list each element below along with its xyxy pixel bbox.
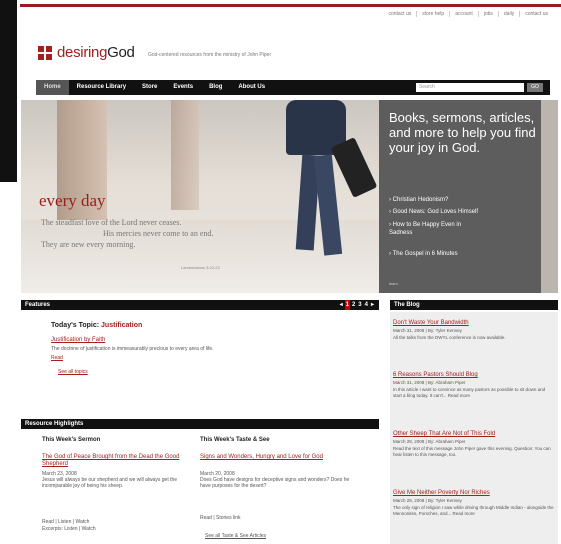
util-link[interactable]: daily bbox=[497, 11, 519, 17]
blog-meta: March 28, 2008 | By: Abraham Piper bbox=[393, 439, 466, 444]
hero-panel-more[interactable]: learn bbox=[389, 281, 398, 286]
feature-read-link[interactable]: Read bbox=[51, 355, 63, 361]
sermon-heading: This Week's Sermon bbox=[42, 437, 101, 443]
see-all-taste-link[interactable]: See all Taste & See Articles bbox=[205, 533, 266, 539]
nav-events[interactable]: Events bbox=[165, 80, 201, 95]
nav-about-us[interactable]: About Us bbox=[230, 80, 273, 95]
resources-header: Resource Highlights bbox=[21, 419, 379, 429]
search-button[interactable]: GO bbox=[527, 83, 543, 92]
hero-panel-link[interactable]: Good News: God Loves Himself bbox=[389, 208, 478, 216]
blog-title-link[interactable]: Give Me Neither Poverty Nor Riches bbox=[393, 490, 555, 497]
logo-text: desiringGod bbox=[57, 44, 135, 61]
hero-reference: Lamentations 3:22-23 bbox=[181, 265, 220, 270]
nav-store[interactable]: Store bbox=[134, 80, 165, 95]
blog-header: The Blog bbox=[390, 300, 558, 310]
blog-title-link[interactable]: 6 Reasons Pastors Should Blog bbox=[393, 372, 555, 379]
blog-item: 6 Reasons Pastors Should Blog March 31, … bbox=[393, 372, 555, 399]
blog-panel: Don't Waste Your Bandwidth March 31, 200… bbox=[390, 312, 558, 544]
pager-page[interactable]: 3 bbox=[357, 300, 362, 310]
blog-item: Don't Waste Your Bandwidth March 31, 200… bbox=[393, 320, 555, 341]
pager-page[interactable]: 1 bbox=[344, 300, 350, 310]
hero-quote-line: His mercies never come to an end. bbox=[103, 229, 214, 238]
site-tagline: God-centered resources from the ministry… bbox=[148, 52, 272, 58]
features-pager: ◂ 1 2 3 4 ▸ bbox=[339, 300, 375, 310]
hero-quote-line: They are new every morning. bbox=[41, 240, 136, 249]
see-all-topics-link[interactable]: See all topics bbox=[58, 369, 88, 375]
hero-panel-link[interactable]: How to Be Happy Even in Sadness bbox=[389, 221, 469, 237]
blog-meta: March 28, 2008 | By: Tyler Kenney bbox=[393, 498, 462, 503]
sermon-excerpts[interactable]: Excerpts: Listen | Watch bbox=[42, 526, 96, 532]
feature-article-desc: The doctrine of justification is immeasu… bbox=[51, 346, 214, 352]
features-heading: Features bbox=[25, 302, 51, 308]
nav-home[interactable]: Home bbox=[36, 80, 69, 95]
nav-blog[interactable]: Blog bbox=[201, 80, 230, 95]
logo-squares-icon bbox=[38, 45, 52, 60]
site-logo[interactable]: desiringGod bbox=[38, 44, 135, 61]
blog-title-link[interactable]: Other Sheep That Are Not of This Fold bbox=[393, 431, 555, 438]
util-link[interactable]: contact us bbox=[519, 11, 553, 17]
taste-heading: This Week's Taste & See bbox=[200, 437, 270, 443]
pager-page[interactable]: 4 bbox=[364, 300, 369, 310]
util-link[interactable]: jobs bbox=[477, 11, 498, 17]
util-link[interactable]: store help bbox=[416, 11, 449, 17]
blog-item: Give Me Neither Poverty Nor Riches March… bbox=[393, 490, 555, 517]
pager-page[interactable]: 2 bbox=[351, 300, 356, 310]
blog-desc: Read the text of this message John Piper… bbox=[393, 446, 551, 457]
hero-headline: every day bbox=[39, 191, 106, 210]
search-input[interactable]: Search bbox=[416, 83, 524, 92]
main-nav: Home Resource Library Store Events Blog … bbox=[36, 80, 550, 95]
util-link[interactable]: account bbox=[449, 11, 478, 17]
hero-panel-heading: Books, sermons, articles, and more to he… bbox=[389, 110, 536, 155]
blog-desc: The only sign of religion I saw while dr… bbox=[393, 505, 554, 516]
taste-links[interactable]: Read | Stories link bbox=[200, 515, 240, 521]
blog-title-link[interactable]: Don't Waste Your Bandwidth bbox=[393, 320, 555, 327]
hero-photo[interactable]: every day The steadfast love of the Lord… bbox=[21, 100, 379, 293]
sermon-title-link[interactable]: The God of Peace Brought from the Dead t… bbox=[42, 454, 192, 468]
taste-title-link[interactable]: Signs and Wonders, Hungry and Love for G… bbox=[200, 454, 360, 461]
nav-resource-library[interactable]: Resource Library bbox=[69, 80, 134, 95]
top-accent-line bbox=[20, 4, 561, 7]
hero-panel-link[interactable]: The Gospel in 6 Minutes bbox=[389, 250, 458, 258]
blog-meta: March 31, 2008 | By: Abraham Piper bbox=[393, 380, 466, 385]
hero-banner: every day The steadfast love of the Lord… bbox=[21, 100, 558, 293]
topic-link[interactable]: Justification bbox=[101, 322, 142, 329]
blog-desc: In this article I want to convince as ma… bbox=[393, 387, 546, 398]
blog-item: Other Sheep That Are Not of This Fold Ma… bbox=[393, 431, 555, 458]
features-header: Features ◂ 1 2 3 4 ▸ bbox=[21, 300, 379, 310]
topic-line: Today's Topic: Justification bbox=[51, 322, 143, 329]
taste-desc: Does God have designs for deceptive sign… bbox=[200, 477, 350, 489]
hero-panel: Books, sermons, articles, and more to he… bbox=[379, 100, 541, 293]
sermon-desc: Jesus will always be our shepherd and we… bbox=[42, 477, 178, 489]
hero-photo-edge bbox=[541, 100, 558, 293]
pager-next-icon[interactable]: ▸ bbox=[370, 300, 375, 310]
left-window-edge bbox=[0, 0, 17, 182]
pager-prev-icon[interactable]: ◂ bbox=[339, 300, 344, 310]
util-link[interactable]: contact us bbox=[383, 11, 416, 17]
blog-meta: March 31, 2008 | By: Tyler Kenney bbox=[393, 328, 462, 333]
hero-quote-line: The steadfast love of the Lord never cea… bbox=[41, 218, 182, 227]
blog-desc: All the talks from the DWYL conference i… bbox=[393, 335, 506, 340]
page-frame: contact us store help account jobs daily… bbox=[0, 0, 561, 544]
utility-nav: contact us store help account jobs daily… bbox=[383, 11, 553, 17]
feature-article-link[interactable]: Justification by Faith bbox=[51, 337, 105, 343]
sermon-links[interactable]: Read | Listen | Watch bbox=[42, 519, 89, 525]
hero-panel-link[interactable]: Christian Hedonism? bbox=[389, 196, 449, 204]
